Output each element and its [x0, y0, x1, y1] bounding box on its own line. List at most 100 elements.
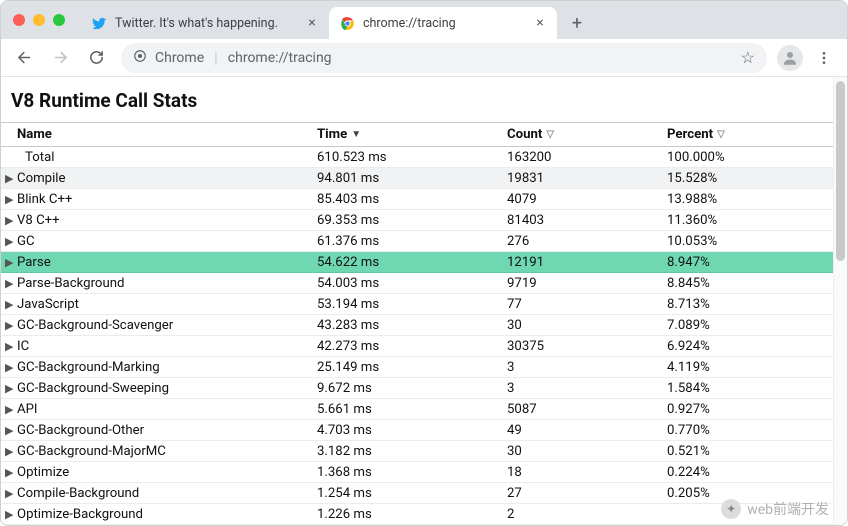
expand-toggle-icon[interactable]: ▶: [5, 235, 15, 248]
cell-percent: 6.924%: [661, 336, 833, 357]
table-row[interactable]: ▶IC42.273 ms303756.924%: [1, 336, 833, 357]
expand-toggle-icon[interactable]: ▶: [5, 445, 15, 458]
row-name: V8 C++: [17, 213, 60, 228]
omnibox-separator: |: [214, 49, 218, 67]
row-name: GC-Background-Marking: [17, 360, 160, 375]
cell-count: 12191: [501, 252, 661, 273]
row-name: Compile-Background: [17, 486, 139, 501]
cell-count: 81403: [501, 210, 661, 231]
vertical-scrollbar[interactable]: [833, 77, 847, 525]
close-tab-icon[interactable]: ×: [533, 16, 547, 30]
menu-button[interactable]: [809, 43, 839, 73]
cell-count: 30: [501, 315, 661, 336]
row-name: GC-Background-Other: [17, 423, 144, 438]
col-header-name[interactable]: Name: [1, 123, 311, 147]
sort-desc-icon: ▼: [351, 129, 361, 140]
watermark-text: web前端开发: [747, 499, 829, 519]
expand-toggle-icon[interactable]: ▶: [5, 256, 15, 269]
close-tab-icon[interactable]: ×: [305, 16, 319, 30]
cell-time: 94.801 ms: [311, 168, 501, 189]
col-header-percent[interactable]: Percent▽: [661, 123, 833, 147]
back-button[interactable]: [9, 43, 39, 73]
table-row[interactable]: ▶Optimize1.368 ms180.224%: [1, 462, 833, 483]
expand-toggle-icon[interactable]: ▶: [5, 403, 15, 416]
cell-time: 54.003 ms: [311, 273, 501, 294]
expand-toggle-icon[interactable]: ▶: [5, 319, 15, 332]
table-row[interactable]: ▶GC-Background-Marking25.149 ms34.119%: [1, 357, 833, 378]
maximize-window-button[interactable]: [53, 14, 65, 26]
address-bar[interactable]: Chrome | chrome://tracing ☆: [121, 43, 767, 73]
table-row: GC-Background-MinorMC0.000 ms00.000%: [1, 525, 833, 526]
scrollbar-thumb[interactable]: [836, 81, 845, 261]
expand-toggle-icon[interactable]: ▶: [5, 361, 15, 374]
table-row[interactable]: ▶Parse-Background54.003 ms97198.845%: [1, 273, 833, 294]
cell-count: 3: [501, 357, 661, 378]
browser-window: Twitter. It's what's happening. × chrome…: [0, 0, 848, 526]
table-row[interactable]: ▶Optimize-Background1.226 ms2: [1, 504, 833, 525]
forward-button[interactable]: [45, 43, 75, 73]
bookmark-star-icon[interactable]: ☆: [741, 48, 755, 67]
cell-time: 0.000 ms: [311, 525, 501, 526]
expand-toggle-icon[interactable]: ▶: [5, 277, 15, 290]
table-row[interactable]: ▶Compile94.801 ms1983115.528%: [1, 168, 833, 189]
cell-count: 163200: [501, 147, 661, 168]
reload-button[interactable]: [81, 43, 111, 73]
watermark: ✦ web前端开发: [721, 499, 829, 519]
wechat-icon: ✦: [721, 499, 741, 519]
table-row[interactable]: ▶API5.661 ms50870.927%: [1, 399, 833, 420]
expand-toggle-icon[interactable]: ▶: [5, 340, 15, 353]
table-header-row: Name Time▼ Count▽ Percent▽: [1, 123, 833, 147]
cell-time: 69.353 ms: [311, 210, 501, 231]
omnibox-url: chrome://tracing: [228, 50, 733, 66]
table-row[interactable]: ▶GC-Background-Other4.703 ms490.770%: [1, 420, 833, 441]
cell-time: 9.672 ms: [311, 378, 501, 399]
expand-toggle-icon[interactable]: ▶: [5, 298, 15, 311]
row-name: JavaScript: [17, 297, 79, 312]
col-header-count[interactable]: Count▽: [501, 123, 661, 147]
table-row[interactable]: ▶JavaScript53.194 ms778.713%: [1, 294, 833, 315]
expand-toggle-icon[interactable]: ▶: [5, 487, 15, 500]
expand-toggle-icon[interactable]: ▶: [5, 466, 15, 479]
cell-time: 610.523 ms: [311, 147, 501, 168]
row-name: GC-Background-Sweeping: [17, 381, 169, 396]
expand-toggle-icon[interactable]: ▶: [5, 382, 15, 395]
cell-time: 1.254 ms: [311, 483, 501, 504]
cell-percent: 0.927%: [661, 399, 833, 420]
cell-percent: 4.119%: [661, 357, 833, 378]
table-row[interactable]: ▶Parse54.622 ms121918.947%: [1, 252, 833, 273]
cell-count: 27: [501, 483, 661, 504]
tab-title: Twitter. It's what's happening.: [115, 16, 297, 31]
expand-toggle-icon[interactable]: ▶: [5, 214, 15, 227]
expand-toggle-icon[interactable]: ▶: [5, 172, 15, 185]
cell-percent: 15.528%: [661, 168, 833, 189]
cell-percent: 0.000%: [661, 525, 833, 526]
profile-avatar-button[interactable]: [777, 45, 803, 71]
close-window-button[interactable]: [13, 14, 25, 26]
row-name: Optimize: [17, 465, 69, 480]
table-row[interactable]: ▶GC-Background-MajorMC3.182 ms300.521%: [1, 441, 833, 462]
cell-percent: 100.000%: [661, 147, 833, 168]
expand-toggle-icon[interactable]: ▶: [5, 193, 15, 206]
tab-twitter[interactable]: Twitter. It's what's happening. ×: [81, 7, 329, 39]
table-row[interactable]: ▶GC61.376 ms27610.053%: [1, 231, 833, 252]
col-header-time[interactable]: Time▼: [311, 123, 501, 147]
cell-percent: 0.521%: [661, 441, 833, 462]
row-name: Blink C++: [17, 192, 72, 207]
minimize-window-button[interactable]: [33, 14, 45, 26]
cell-time: 42.273 ms: [311, 336, 501, 357]
cell-count: 0: [501, 525, 661, 526]
cell-percent: 13.988%: [661, 189, 833, 210]
expand-toggle-icon[interactable]: ▶: [5, 508, 15, 521]
table-row[interactable]: ▶V8 C++69.353 ms8140311.360%: [1, 210, 833, 231]
new-tab-button[interactable]: +: [563, 9, 591, 37]
cell-time: 1.226 ms: [311, 504, 501, 525]
cell-count: 18: [501, 462, 661, 483]
tab-tracing[interactable]: chrome://tracing ×: [329, 7, 557, 39]
expand-toggle-icon[interactable]: ▶: [5, 424, 15, 437]
row-name: GC-Background-Scavenger: [17, 318, 173, 333]
table-row[interactable]: ▶GC-Background-Scavenger43.283 ms307.089…: [1, 315, 833, 336]
table-row[interactable]: ▶Compile-Background1.254 ms270.205%: [1, 483, 833, 504]
table-row[interactable]: ▶GC-Background-Sweeping9.672 ms31.584%: [1, 378, 833, 399]
table-row[interactable]: ▶Blink C++85.403 ms407913.988%: [1, 189, 833, 210]
site-info-icon[interactable]: [133, 49, 147, 67]
